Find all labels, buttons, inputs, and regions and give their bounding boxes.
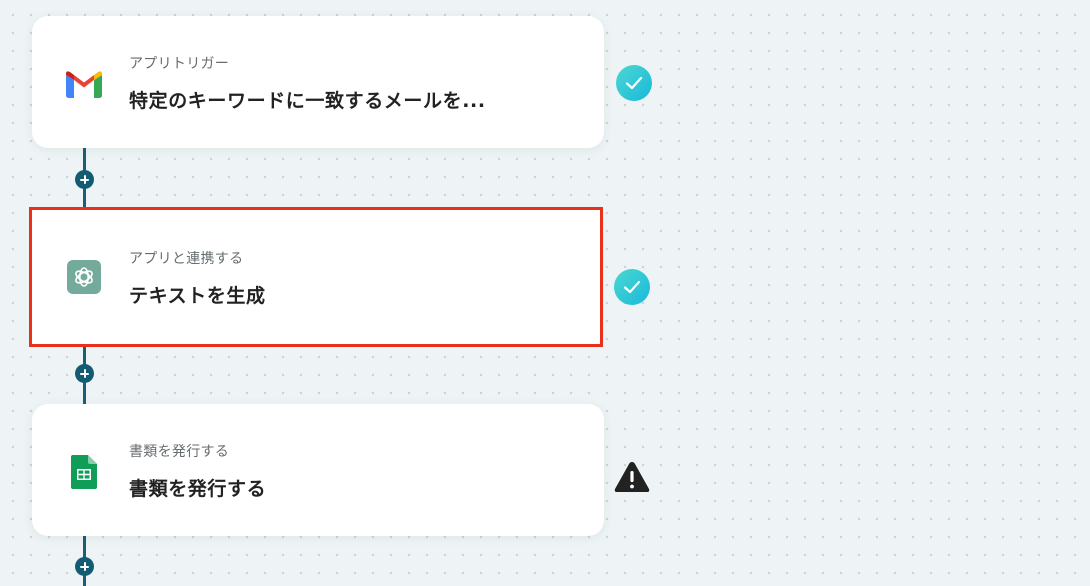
add-step-button[interactable] bbox=[75, 170, 94, 189]
step-title: テキストを生成 bbox=[129, 285, 266, 307]
step-type-label: アプリと連携する bbox=[129, 251, 244, 267]
add-step-button[interactable] bbox=[75, 557, 94, 576]
warning-icon bbox=[614, 459, 650, 495]
success-check-icon bbox=[616, 65, 652, 101]
chatgpt-icon bbox=[66, 259, 102, 295]
flow-step-card-issue-document[interactable]: 書類を発行する 書類を発行する bbox=[32, 404, 604, 536]
flow-step-card-trigger[interactable]: アプリトリガー 特定のキーワードに一致するメールを... bbox=[32, 16, 604, 148]
google-sheets-icon bbox=[66, 454, 102, 490]
success-check-icon bbox=[614, 269, 650, 305]
step-type-label: アプリトリガー bbox=[129, 56, 230, 72]
step-title: 特定のキーワードに一致するメールを... bbox=[129, 90, 486, 112]
gmail-icon bbox=[66, 66, 102, 102]
add-step-button[interactable] bbox=[75, 364, 94, 383]
plus-icon bbox=[80, 175, 89, 184]
plus-icon bbox=[80, 369, 89, 378]
plus-icon bbox=[80, 562, 89, 571]
step-type-label: 書類を発行する bbox=[129, 444, 230, 460]
step-title: 書類を発行する bbox=[129, 478, 267, 500]
flow-step-card-generate-text[interactable]: アプリと連携する テキストを生成 bbox=[29, 207, 603, 347]
